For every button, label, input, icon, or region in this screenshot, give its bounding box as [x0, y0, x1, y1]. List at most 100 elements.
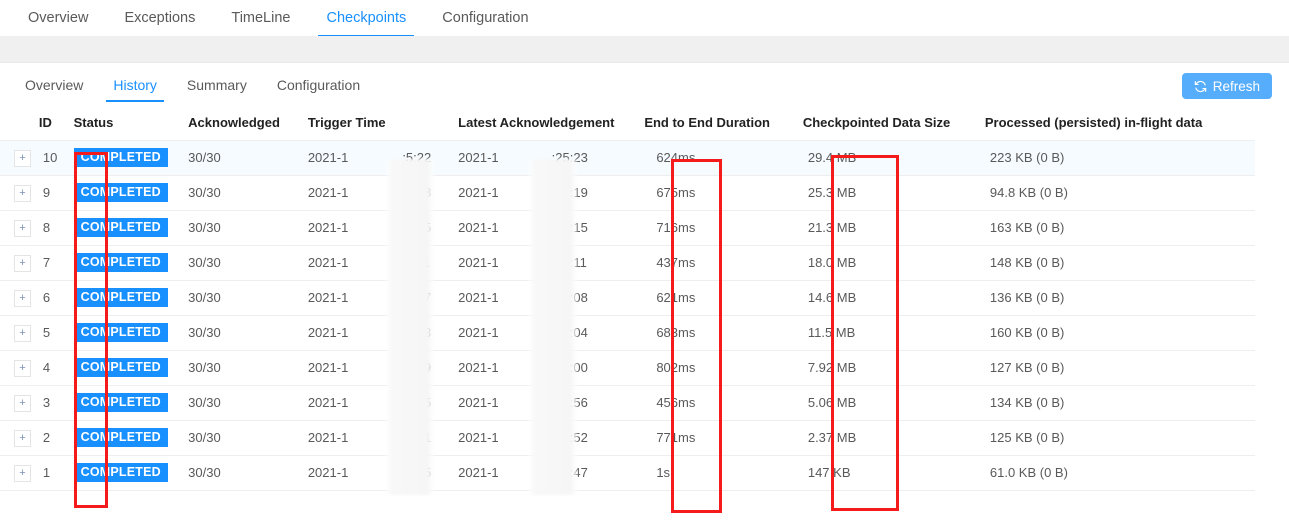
cell-id: 10	[38, 139, 74, 175]
trigger-time-prefix: 2021-1	[307, 150, 349, 165]
cell-processed-inflight-data: 223 KB (0 B)	[984, 139, 1255, 175]
column-header-trigger-time[interactable]: Trigger Time	[308, 106, 458, 140]
table-row[interactable]: +1 COMPLETED 30/30 2021-1:4:45 2021-1:24:47 1…	[0, 454, 1255, 491]
column-header-acknowledged[interactable]: Acknowledged	[188, 106, 308, 140]
status-badge: COMPLETED	[73, 357, 168, 378]
latest-ack-prefix: 2021-1	[458, 325, 499, 340]
trigger-time-prefix: 2021-1	[307, 220, 349, 235]
latest-ack-suffix: :25:23	[551, 150, 588, 165]
expand-row-button[interactable]: +	[14, 289, 31, 307]
latest-ack-prefix: 2021-1	[458, 465, 499, 480]
cell-acknowledged: 30/30	[188, 244, 308, 280]
tab-checkpoints[interactable]: Checkpoints	[308, 0, 424, 37]
table-row[interactable]: +4 COMPLETED 30/30 2021-1:4:59 2021-1:25:00 8…	[0, 349, 1255, 385]
table-header-row: ID Status Acknowledged Trigger Time Late…	[0, 106, 1255, 140]
cell-end-to-end-duration: 683ms	[644, 314, 803, 350]
refresh-icon	[1194, 80, 1207, 93]
expand-row-button[interactable]: +	[14, 324, 31, 342]
cell-checkpointed-data-size: 11.5 MB	[802, 314, 985, 350]
cell-acknowledged: 30/30	[188, 454, 308, 491]
cell-id: 1	[38, 454, 74, 491]
status-badge: COMPLETED	[73, 427, 168, 448]
subtab-configuration[interactable]: Configuration	[262, 63, 375, 106]
expand-row-button[interactable]: +	[14, 149, 31, 167]
trigger-time-suffix: :4:45	[402, 465, 432, 480]
cell-end-to-end-duration: 621ms	[644, 279, 803, 315]
subtab-overview[interactable]: Overview	[10, 63, 98, 106]
refresh-button[interactable]: Refresh	[1181, 73, 1272, 99]
column-header-id[interactable]: ID	[39, 106, 74, 140]
latest-ack-suffix: :25:19	[551, 185, 588, 200]
latest-ack-prefix: 2021-1	[458, 220, 499, 235]
table-row[interactable]: +2 COMPLETED 30/30 2021-1:4:51 2021-1:24:52 7…	[0, 419, 1255, 455]
cell-trigger-time: 2021-1:5:07	[307, 279, 459, 315]
trigger-time-suffix: :5:03	[402, 325, 432, 340]
table-row[interactable]: +5 COMPLETED 30/30 2021-1:5:03 2021-1:25:04 6…	[0, 314, 1255, 350]
trigger-time-prefix: 2021-1	[307, 255, 349, 270]
section-divider-band	[0, 36, 1289, 63]
cell-checkpointed-data-size: 25.3 MB	[802, 174, 985, 210]
tab-exceptions[interactable]: Exceptions	[106, 0, 213, 36]
cell-end-to-end-duration: 675ms	[644, 174, 803, 210]
tab-overview[interactable]: Overview	[10, 0, 106, 36]
cell-checkpointed-data-size: 5.06 MB	[802, 384, 985, 420]
cell-acknowledged: 30/30	[188, 419, 308, 455]
trigger-time-suffix: :5:18	[402, 185, 432, 200]
cell-status: COMPLETED	[73, 454, 189, 491]
cell-end-to-end-duration: 802ms	[644, 349, 803, 385]
cell-status: COMPLETED	[73, 209, 189, 245]
cell-latest-acknowledgement: 2021-1:24:52	[458, 419, 645, 455]
row-expand-cell: +	[0, 279, 39, 315]
column-header-expand	[0, 106, 39, 140]
column-header-status[interactable]: Status	[74, 106, 189, 140]
subtab-summary[interactable]: Summary	[172, 63, 262, 106]
cell-trigger-time: 2021-1:4:45	[307, 454, 459, 491]
cell-status: COMPLETED	[73, 244, 189, 280]
column-header-latest-acknowledgement[interactable]: Latest Acknowledgement	[458, 106, 644, 140]
cell-acknowledged: 30/30	[188, 384, 308, 420]
cell-id: 2	[38, 419, 74, 455]
refresh-label: Refresh	[1212, 78, 1260, 94]
table-row[interactable]: +9 COMPLETED 30/30 2021-1:5:18 2021-1:25:19 6…	[0, 174, 1255, 210]
tab-timeline[interactable]: TimeLine	[213, 0, 308, 36]
latest-ack-prefix: 2021-1	[458, 255, 499, 270]
trigger-time-prefix: 2021-1	[307, 430, 349, 445]
trigger-time-suffix: :4:59	[402, 360, 432, 375]
expand-row-button[interactable]: +	[14, 219, 31, 237]
cell-trigger-time: 2021-1:5:03	[307, 314, 459, 350]
table-row[interactable]: +6 COMPLETED 30/30 2021-1:5:07 2021-1:25:08 6…	[0, 279, 1255, 315]
table-row[interactable]: +8 COMPLETED 30/30 2021-1:5:15 2021-1:25:15 7…	[0, 209, 1255, 245]
latest-ack-prefix: 2021-1	[458, 290, 499, 305]
cell-processed-inflight-data: 94.8 KB (0 B)	[984, 174, 1255, 210]
expand-row-button[interactable]: +	[14, 394, 31, 412]
cell-status: COMPLETED	[73, 419, 189, 455]
trigger-time-suffix: :5:22	[402, 150, 432, 165]
column-header-checkpointed-data-size[interactable]: Checkpointed Data Size	[803, 106, 985, 140]
cell-checkpointed-data-size: 18.0 MB	[802, 244, 985, 280]
cell-trigger-time: 2021-1 :5:22	[307, 139, 459, 175]
subtab-label: Configuration	[276, 76, 361, 93]
table-row[interactable]: +3 COMPLETED 30/30 2021-1:4:55 2021-1:24:56 4…	[0, 384, 1255, 420]
cell-id: 3	[38, 384, 74, 420]
cell-acknowledged: 30/30	[188, 349, 308, 385]
cell-acknowledged: 30/30	[188, 174, 308, 210]
cell-latest-acknowledgement: 2021-1:25:15	[458, 209, 645, 245]
subtab-history[interactable]: History	[98, 63, 172, 106]
primary-tab-bar: Overview Exceptions TimeLine Checkpoints…	[0, 0, 1289, 37]
status-badge: COMPLETED	[73, 217, 168, 238]
expand-row-button[interactable]: +	[14, 184, 31, 202]
cell-processed-inflight-data: 125 KB (0 B)	[984, 419, 1255, 455]
cell-processed-inflight-data: 61.0 KB (0 B)	[984, 454, 1255, 491]
cell-status: COMPLETED	[73, 349, 189, 385]
expand-row-button[interactable]: +	[14, 254, 31, 272]
expand-row-button[interactable]: +	[14, 464, 31, 482]
expand-row-button[interactable]: +	[14, 359, 31, 377]
cell-processed-inflight-data: 136 KB (0 B)	[984, 279, 1255, 315]
table-row[interactable]: +10 COMPLETED 30/30 2021-1:5:22 2021-1:25:23…	[0, 139, 1255, 175]
expand-row-button[interactable]: +	[14, 429, 31, 447]
column-header-end-to-end-duration[interactable]: End to End Duration	[644, 106, 803, 140]
column-header-processed-inflight-data[interactable]: Processed (persisted) in-flight data	[985, 106, 1255, 140]
cell-id: 7	[38, 244, 74, 280]
tab-configuration[interactable]: Configuration	[424, 0, 546, 36]
table-row[interactable]: +7 COMPLETED 30/30 2021-1:5:11 2021-1:25:11 4…	[0, 244, 1255, 280]
